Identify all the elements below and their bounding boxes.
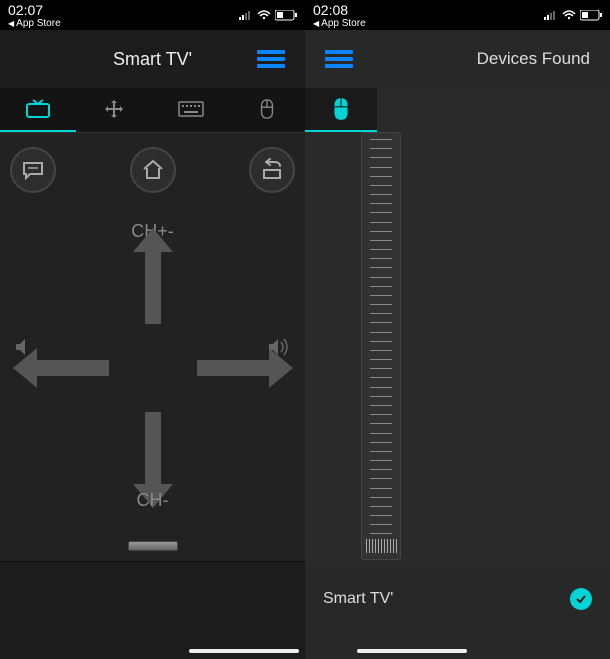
mode-tabs: [0, 88, 305, 132]
scroll-slider[interactable]: [361, 132, 401, 560]
tab-keyboard[interactable]: [153, 88, 229, 132]
tab-mouse[interactable]: [229, 88, 305, 132]
page-title: Smart TV': [113, 49, 192, 70]
mouse-panel: [305, 88, 610, 568]
menu-button[interactable]: [257, 47, 285, 71]
selected-check-icon: [570, 588, 592, 610]
status-bar: 02:07 ◀ App Store: [0, 0, 305, 30]
signal-icon: [239, 10, 253, 20]
home-indicator[interactable]: [189, 649, 299, 653]
page-title: Devices Found: [477, 49, 590, 69]
status-bar: 02:08 ◀ App Store: [305, 0, 610, 30]
remote-control-pad: CH+- CH-: [0, 132, 305, 562]
home-button[interactable]: [130, 147, 176, 193]
status-time: 02:08: [313, 2, 366, 18]
channel-down-label: CH-: [137, 490, 169, 511]
menu-button[interactable]: [325, 47, 353, 71]
wifi-icon: [562, 10, 576, 20]
tab-mouse[interactable]: [305, 88, 377, 132]
home-indicator[interactable]: [357, 649, 467, 653]
mute-icon[interactable]: [14, 337, 34, 357]
status-indicators: [544, 10, 602, 21]
header: Smart TV': [0, 30, 305, 88]
device-name: Smart TV': [323, 590, 393, 608]
channel-up-button[interactable]: [133, 228, 173, 324]
volume-icon[interactable]: [267, 337, 291, 357]
back-to-app-store[interactable]: ◀ App Store: [8, 18, 61, 29]
signal-icon: [544, 10, 558, 20]
back-to-app-store[interactable]: ◀ App Store: [313, 18, 366, 29]
remote-screen: 02:07 ◀ App Store Smart TV': [0, 0, 305, 659]
status-indicators: [239, 10, 297, 21]
device-item[interactable]: Smart TV': [305, 576, 610, 622]
back-button[interactable]: [249, 147, 295, 193]
battery-icon: [275, 10, 297, 21]
status-time: 02:07: [8, 2, 61, 18]
message-button[interactable]: [10, 147, 56, 193]
dpad: [13, 228, 293, 508]
battery-icon: [580, 10, 602, 21]
drag-handle[interactable]: [128, 541, 178, 551]
device-list: Smart TV': [305, 568, 610, 630]
header: Devices Found: [305, 30, 610, 88]
tab-tv[interactable]: [0, 88, 76, 132]
devices-screen: 02:08 ◀ App Store Devices Found: [305, 0, 610, 659]
tab-move[interactable]: [76, 88, 152, 132]
wifi-icon: [257, 10, 271, 20]
